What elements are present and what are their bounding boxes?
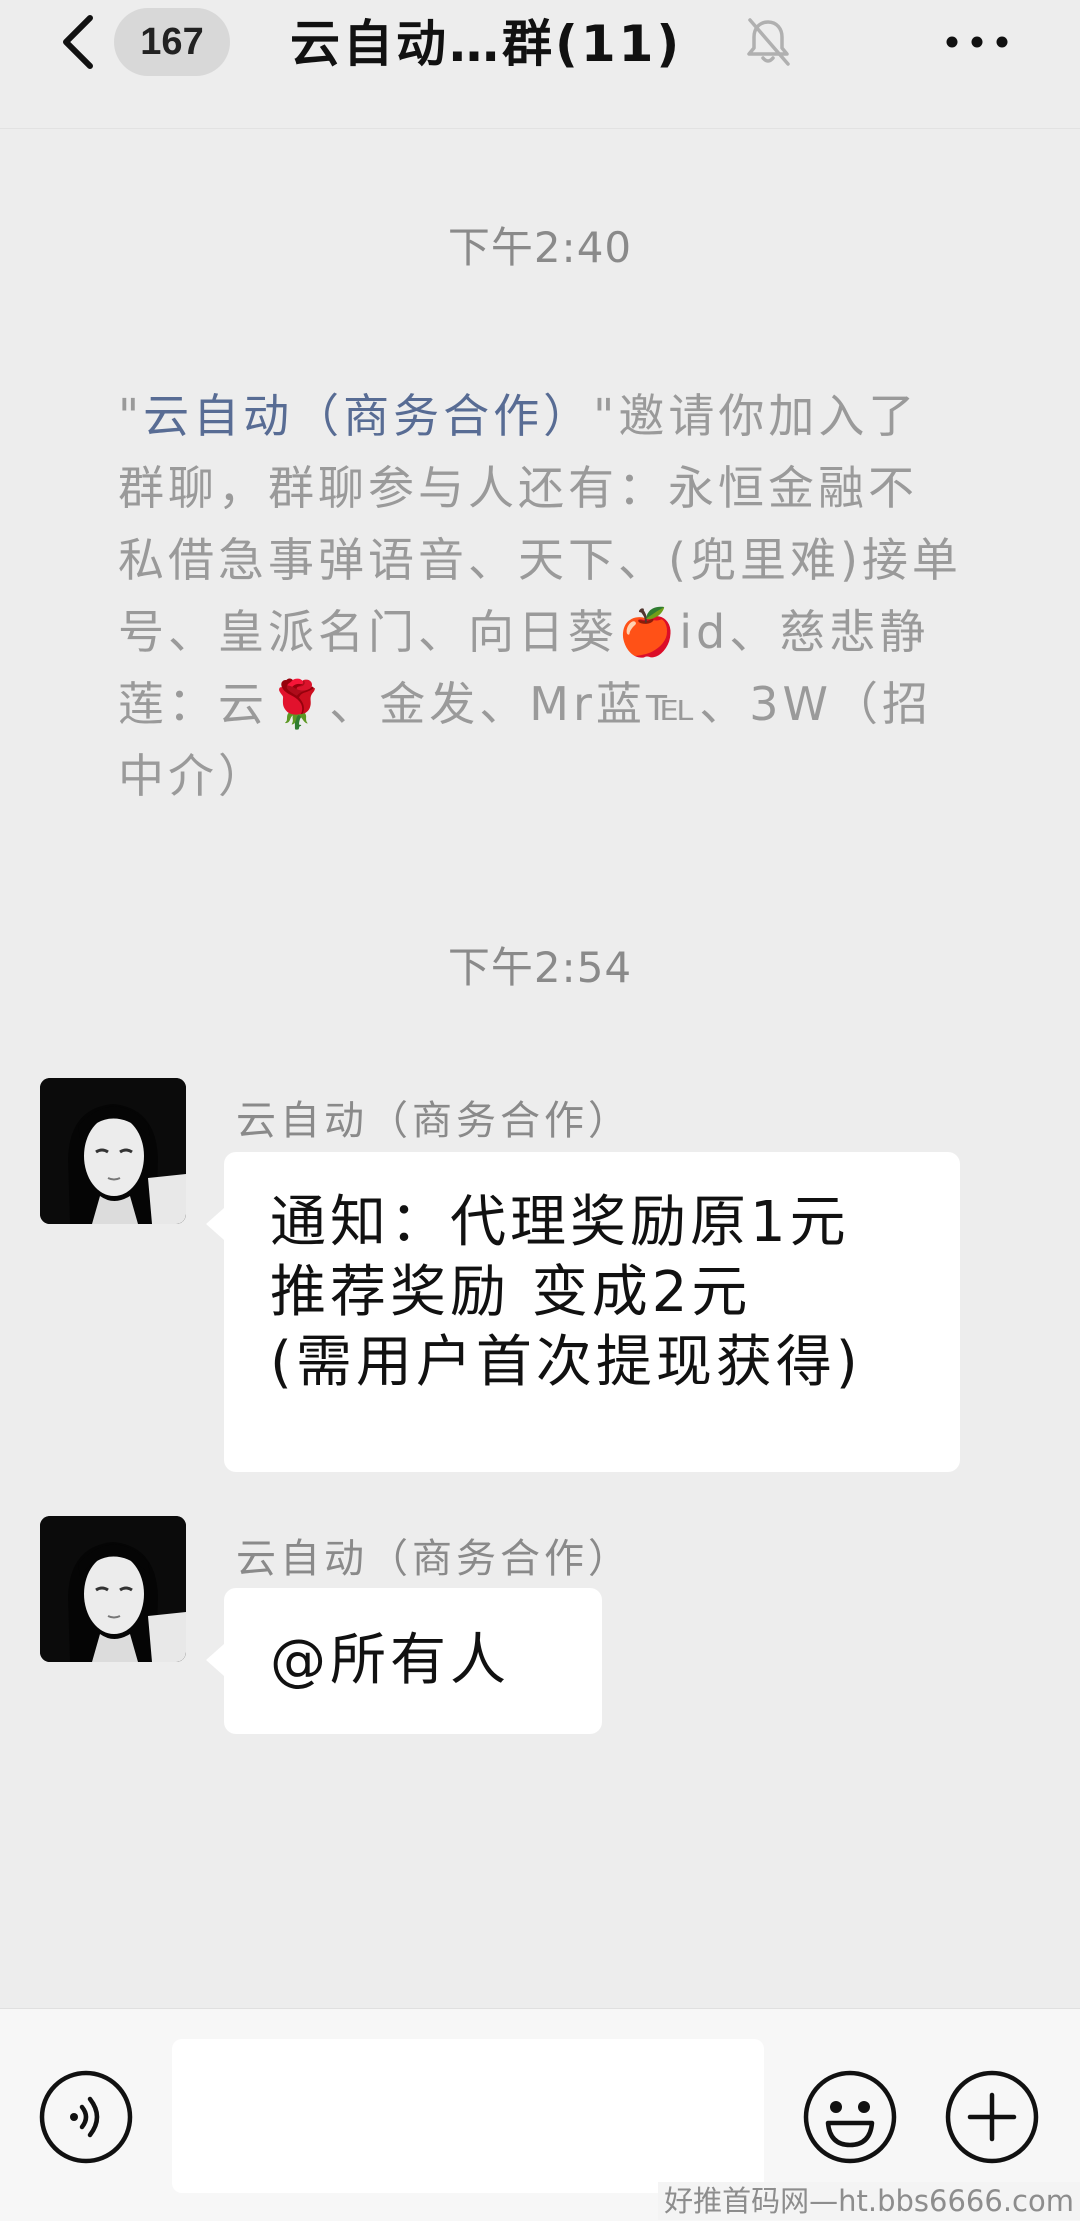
- avatar[interactable]: [40, 1516, 186, 1662]
- chat-title[interactable]: 云自动…群(11): [290, 8, 682, 80]
- timestamp: 下午2:54: [447, 943, 633, 992]
- message-text-line: 通知：代理奖励原1元: [270, 1190, 850, 1255]
- message-text-line: 推荐奖励 变成2元: [270, 1260, 752, 1325]
- watermark: 好推首码网—ht.bbs6666.com: [658, 2182, 1080, 2220]
- message-text-line: @所有人: [270, 1628, 510, 1693]
- inviter-name-link[interactable]: 云自动（商务合作）: [143, 389, 593, 443]
- avatar[interactable]: [40, 1078, 186, 1224]
- more-dots-icon[interactable]: [942, 20, 1012, 64]
- invite-text: "邀请你加入了群聊，群聊参与人还有：永恒金融不私借急事弹语音、天下、(兜里难)接…: [118, 389, 962, 803]
- sender-name: 云自动（商务合作）: [236, 1098, 632, 1144]
- bell-off-icon: [747, 18, 790, 66]
- plus-icon[interactable]: [944, 2069, 1040, 2165]
- unread-count-badge[interactable]: 167: [114, 8, 230, 76]
- system-invite-message: "云自动（商务合作）"邀请你加入了群聊，群聊参与人还有：永恒金融不私借急事弹语音…: [118, 380, 962, 812]
- message-text-line: (需用户首次提现获得): [270, 1330, 862, 1395]
- timestamp: 下午2:40: [447, 223, 633, 272]
- message-input[interactable]: [172, 2039, 764, 2193]
- chevron-left-icon[interactable]: [50, 12, 110, 72]
- message-bubble[interactable]: @所有人: [206, 1588, 602, 1734]
- message-bubble[interactable]: 通知：代理奖励原1元 推荐奖励 变成2元 (需用户首次提现获得): [206, 1152, 960, 1472]
- voice-icon[interactable]: [38, 2069, 134, 2165]
- emoji-icon[interactable]: [802, 2069, 898, 2165]
- sender-name: 云自动（商务合作）: [236, 1536, 632, 1582]
- quote-mark: ": [118, 389, 144, 443]
- chat-header: 167 云自动…群(11): [0, 0, 1080, 129]
